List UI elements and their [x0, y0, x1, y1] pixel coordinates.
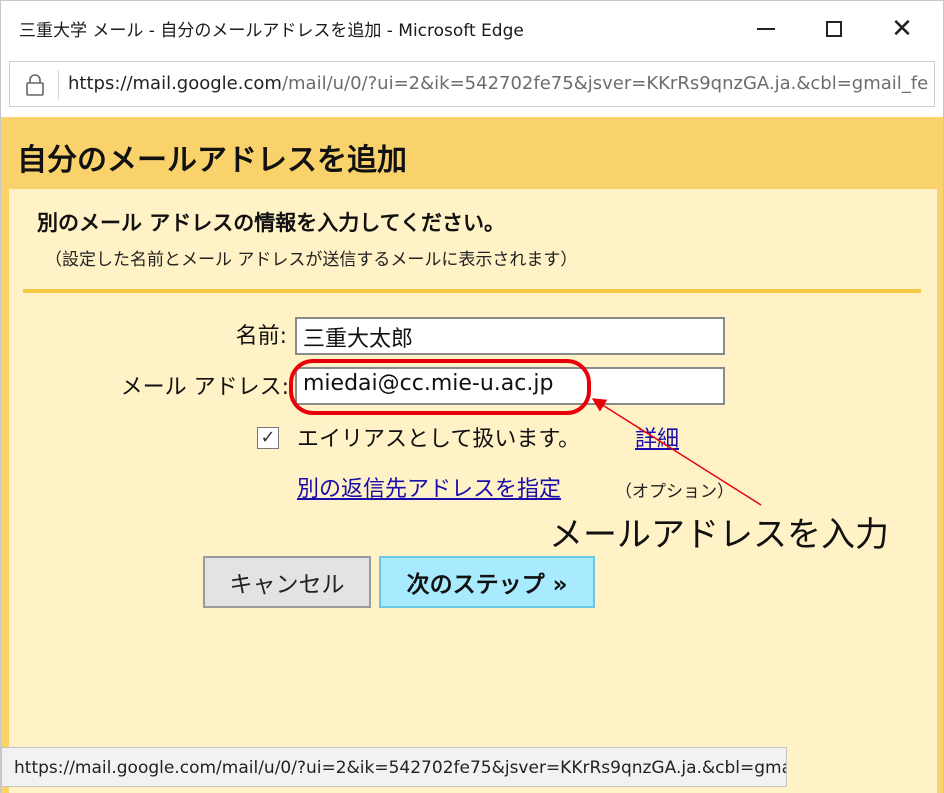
option-note: （オプション）: [615, 482, 734, 502]
page-title: 自分のメールアドレスを追加: [17, 143, 407, 178]
address-divider: [58, 70, 59, 100]
alias-checkbox[interactable]: ✓: [257, 427, 279, 449]
instruction-text: 別のメール アドレスの情報を入力してください。: [37, 211, 506, 235]
dialog-page: 自分のメールアドレスを追加 別のメール アドレスの情報を入力してください。 （設…: [1, 117, 943, 793]
minimize-icon: [757, 28, 775, 30]
reply-address-link[interactable]: 別の返信先アドレスを指定: [297, 471, 561, 503]
lock-icon[interactable]: [24, 73, 46, 97]
alias-label: エイリアスとして扱います。: [297, 427, 581, 452]
email-highlight-oval: [289, 359, 591, 415]
close-button[interactable]: ✕: [867, 1, 937, 57]
maximize-button[interactable]: [799, 1, 869, 57]
detail-link[interactable]: 詳細: [635, 421, 679, 453]
window-title: 三重大学 メール - 自分のメールアドレスを追加 - Microsoft Edg…: [19, 21, 524, 41]
instruction-subnote: （設定した名前とメール アドレスが送信するメールに表示されます）: [45, 250, 578, 270]
email-label: メール アドレス:: [120, 375, 289, 400]
status-bar-url: https://mail.google.com/mail/u/0/?ui=2&i…: [1, 747, 787, 787]
browser-window: 三重大学 メール - 自分のメールアドレスを追加 - Microsoft Edg…: [0, 0, 944, 793]
title-bar: 三重大学 メール - 自分のメールアドレスを追加 - Microsoft Edg…: [1, 1, 943, 57]
cancel-button[interactable]: キャンセル: [203, 556, 371, 608]
form-panel: 別のメール アドレスの情報を入力してください。 （設定した名前とメール アドレス…: [9, 189, 937, 793]
name-input[interactable]: 三重大太郎: [295, 317, 725, 355]
section-divider: [23, 289, 921, 293]
url-text[interactable]: https://mail.google.com/mail/u/0/?ui=2&i…: [68, 73, 928, 94]
annotation-text: メールアドレスを入力: [549, 515, 889, 555]
name-label: 名前:: [235, 324, 287, 349]
close-icon: ✕: [891, 14, 913, 44]
maximize-icon: [826, 21, 842, 37]
address-bar[interactable]: https://mail.google.com/mail/u/0/?ui=2&i…: [9, 61, 935, 107]
checkmark-icon: ✓: [260, 427, 276, 448]
next-step-button[interactable]: 次のステップ »: [379, 556, 595, 608]
url-domain: https://mail.google.com: [68, 73, 282, 94]
minimize-button[interactable]: [731, 1, 801, 57]
url-path: /mail/u/0/?ui=2&ik=542702fe75&jsver=KKrR…: [281, 73, 928, 94]
